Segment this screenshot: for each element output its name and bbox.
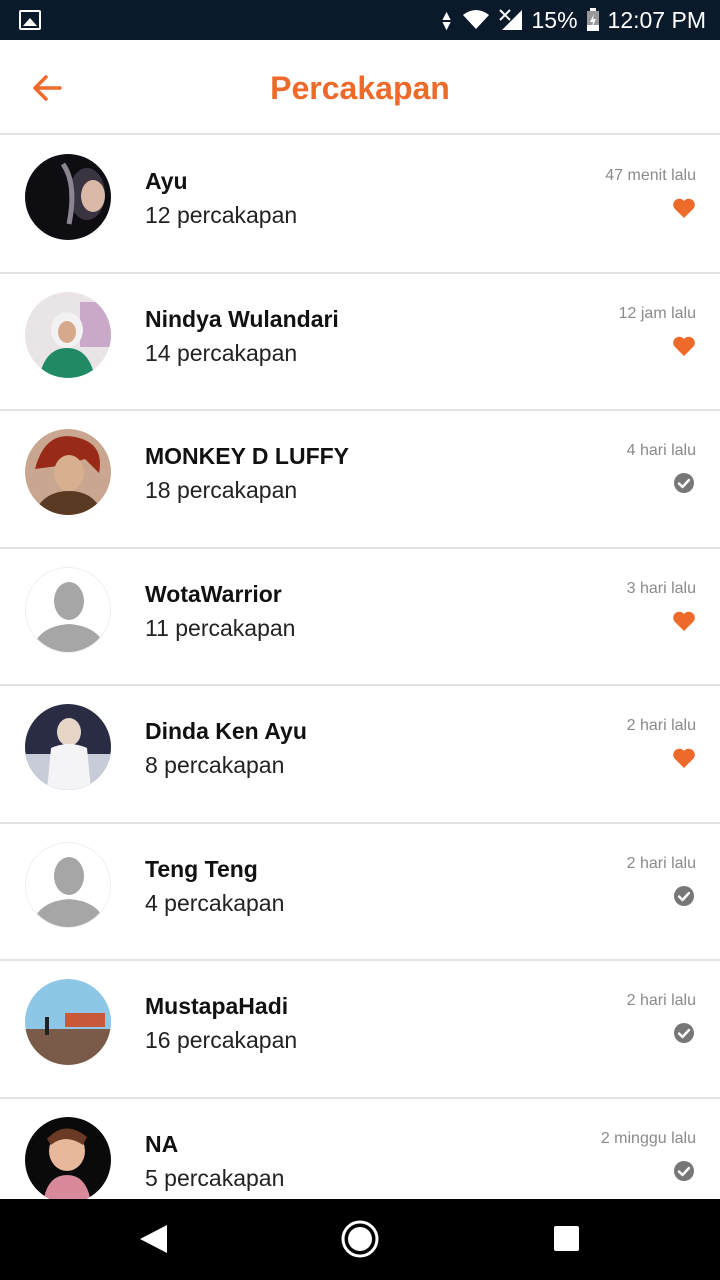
conversation-count: 12 percakapan bbox=[145, 202, 298, 228]
square-recents-icon bbox=[554, 1226, 579, 1251]
conversation-row[interactable]: MustapaHadi 16 percakapan 2 hari lalu bbox=[0, 961, 720, 1099]
avatar bbox=[25, 566, 111, 653]
contact-name: NA bbox=[145, 1130, 179, 1157]
last-active-time: 2 hari lalu bbox=[626, 992, 696, 1009]
last-active-time: 12 jam lalu bbox=[618, 304, 696, 322]
conversation-row[interactable]: Teng Teng 4 percakapan 2 hari lalu bbox=[0, 823, 720, 961]
data-arrows-icon: ▲ ▼ bbox=[439, 7, 454, 33]
contact-name: Teng Teng bbox=[145, 855, 258, 882]
conversation-count: 5 percakapan bbox=[145, 1164, 285, 1191]
contact-name: Nindya Wulandari bbox=[145, 305, 339, 332]
last-active-time: 3 hari lalu bbox=[626, 579, 696, 597]
clock: 12:07 PM bbox=[607, 6, 706, 33]
heart-icon[interactable] bbox=[672, 335, 696, 357]
status-bar: ▲ ▼ 15% 12:07 PM bbox=[0, 0, 720, 40]
avatar bbox=[25, 154, 111, 240]
avatar bbox=[25, 1116, 111, 1199]
triangle-back-icon bbox=[140, 1225, 167, 1253]
contact-name: WotaWarrior bbox=[145, 580, 282, 607]
avatar bbox=[25, 704, 111, 790]
heart-icon[interactable] bbox=[672, 747, 696, 769]
check-circle-icon bbox=[672, 1160, 696, 1182]
nav-home-button[interactable] bbox=[340, 1219, 380, 1259]
conversation-count: 18 percakapan bbox=[145, 477, 298, 503]
status-indicators: ▲ ▼ 15% 12:07 PM bbox=[440, 0, 706, 40]
page-title: Percakapan bbox=[270, 70, 450, 106]
contact-name: MONKEY D LUFFY bbox=[145, 443, 350, 469]
conversation-count: 4 percakapan bbox=[145, 889, 285, 916]
heart-icon[interactable] bbox=[672, 197, 696, 219]
conversation-row[interactable]: NA 5 percakapan 2 minggu lalu bbox=[0, 1098, 720, 1199]
conversation-row[interactable]: MONKEY D LUFFY 18 percakapan 4 hari lalu bbox=[0, 411, 720, 549]
avatar bbox=[25, 429, 111, 515]
conversation-count: 11 percakapan bbox=[145, 614, 296, 641]
check-circle-icon bbox=[672, 472, 696, 494]
check-circle-icon bbox=[672, 1022, 696, 1044]
conversation-count: 16 percakapan bbox=[145, 1027, 298, 1053]
contact-name: MustapaHadi bbox=[145, 993, 289, 1019]
nav-recents-button[interactable] bbox=[547, 1219, 587, 1259]
battery-icon bbox=[586, 8, 600, 32]
image-notification-icon bbox=[19, 10, 41, 30]
system-nav-bar bbox=[0, 1199, 720, 1280]
heart-icon[interactable] bbox=[672, 610, 696, 632]
conversation-count: 8 percakapan bbox=[145, 752, 285, 778]
conversation-row[interactable]: WotaWarrior 11 percakapan 3 hari lalu bbox=[0, 548, 720, 686]
last-active-time: 4 hari lalu bbox=[626, 442, 696, 459]
app-bar: Percakapan bbox=[0, 40, 720, 135]
contact-name: Dinda Ken Ayu bbox=[145, 718, 307, 744]
conversation-list[interactable]: Ayu 12 percakapan 47 menit lalu Nindya W… bbox=[0, 136, 720, 1199]
contact-name: Ayu bbox=[145, 168, 188, 194]
avatar bbox=[25, 841, 111, 928]
battery-percent: 15% bbox=[531, 6, 578, 33]
conversation-row[interactable]: Nindya Wulandari 14 percakapan 12 jam la… bbox=[0, 273, 720, 411]
conversation-count: 14 percakapan bbox=[145, 339, 298, 366]
conversation-row[interactable]: Ayu 12 percakapan 47 menit lalu bbox=[0, 136, 720, 274]
last-active-time: 47 menit lalu bbox=[605, 167, 696, 184]
signal-icon bbox=[498, 8, 524, 32]
last-active-time: 2 minggu lalu bbox=[600, 1129, 696, 1147]
avatar bbox=[25, 291, 111, 378]
circle-home-icon bbox=[341, 1220, 379, 1258]
last-active-time: 2 hari lalu bbox=[626, 717, 696, 734]
avatar bbox=[25, 979, 111, 1065]
wifi-icon bbox=[462, 9, 490, 31]
check-circle-icon bbox=[672, 885, 696, 907]
last-active-time: 2 hari lalu bbox=[626, 854, 696, 872]
conversation-row[interactable]: Dinda Ken Ayu 8 percakapan 2 hari lalu bbox=[0, 686, 720, 824]
nav-back-button[interactable] bbox=[134, 1219, 174, 1259]
